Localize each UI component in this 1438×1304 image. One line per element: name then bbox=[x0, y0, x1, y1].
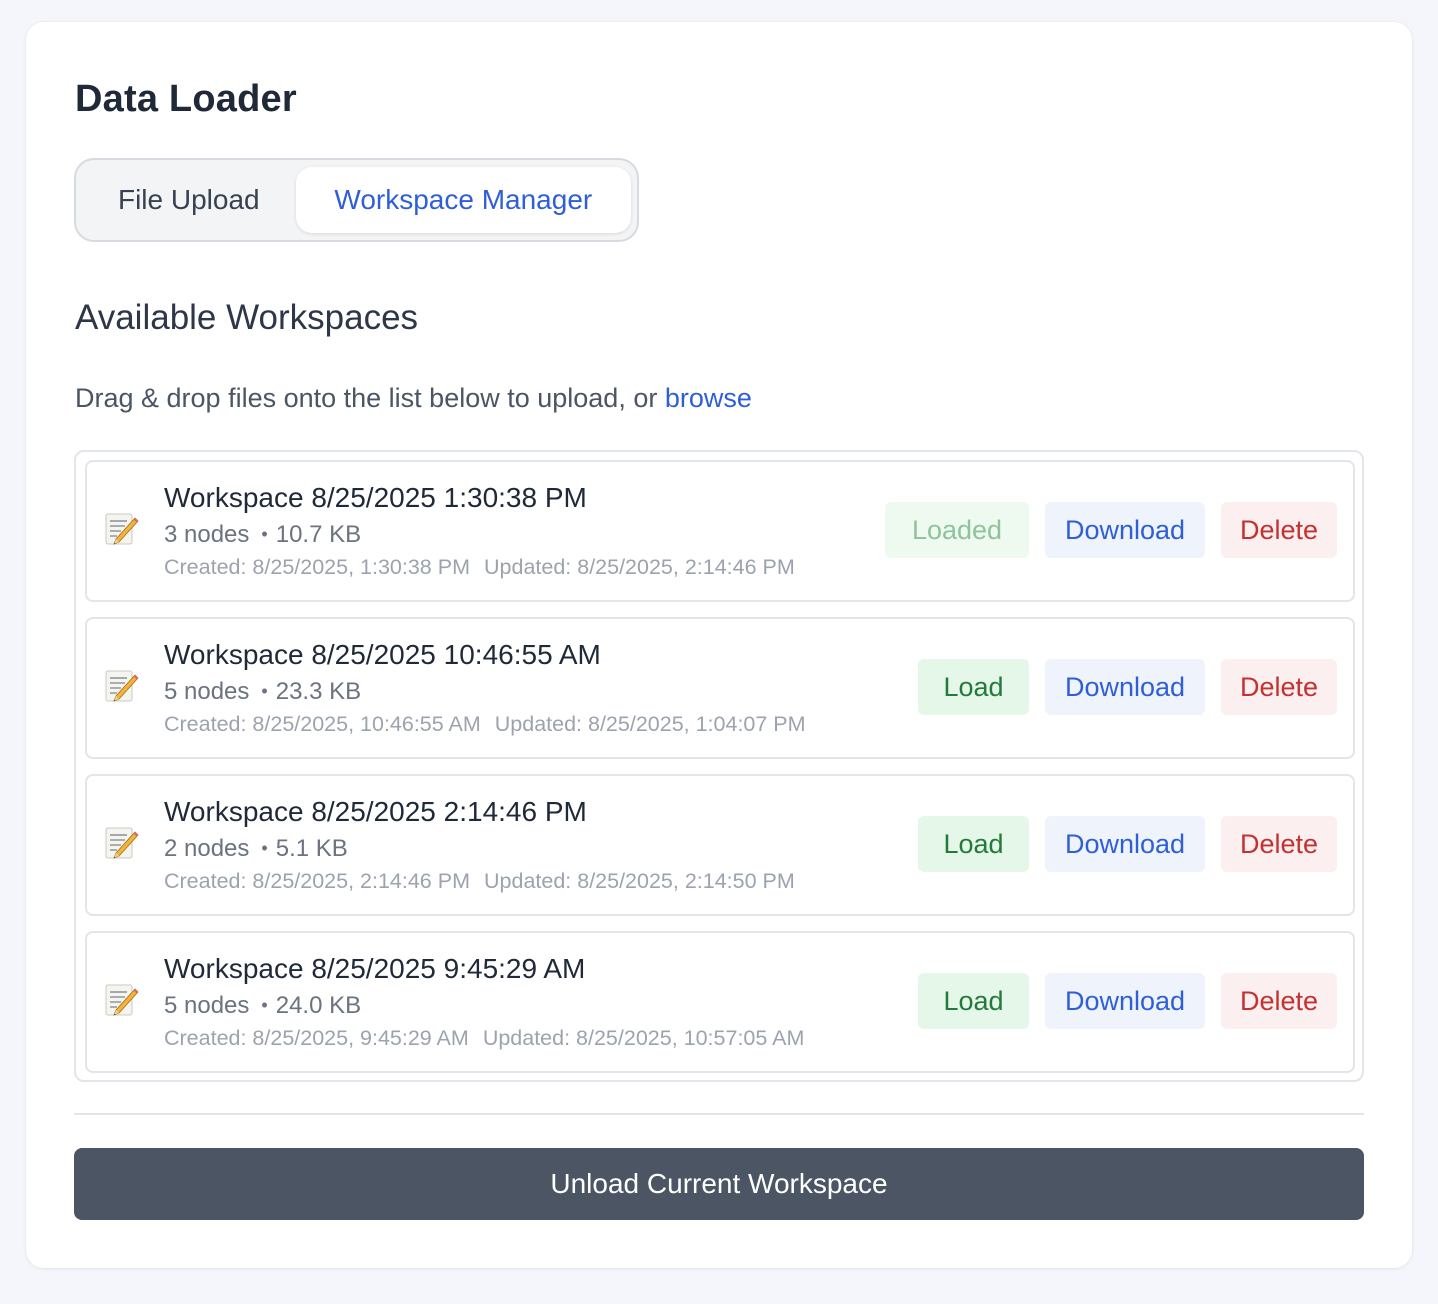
memo-pencil-icon bbox=[105, 513, 139, 545]
delete-button[interactable]: Delete bbox=[1221, 659, 1337, 715]
workspace-list[interactable]: Workspace 8/25/2025 1:30:38 PM 3 nodes • 1… bbox=[74, 450, 1364, 1082]
delete-button[interactable]: Delete bbox=[1221, 973, 1337, 1029]
workspace-dates: Created: 8/25/2025, 2:14:46 PM Updated: 8… bbox=[164, 869, 795, 894]
node-count: 5 nodes bbox=[164, 992, 250, 1019]
download-button[interactable]: Download bbox=[1045, 659, 1205, 715]
workspace-name: Workspace 8/25/2025 10:46:55 AM bbox=[164, 639, 601, 670]
workspace-name: Workspace 8/25/2025 2:14:46 PM bbox=[164, 796, 587, 827]
file-size: 10.7 KB bbox=[275, 521, 362, 548]
workspace-dates: Created: 8/25/2025, 9:45:29 AM Updated: 8… bbox=[164, 1026, 804, 1051]
created-date: Created: 8/25/2025, 2:14:46 PM bbox=[164, 869, 470, 893]
created-date: Created: 8/25/2025, 1:30:38 PM bbox=[164, 555, 470, 579]
workspace-meta: 5 nodes • 23.3 KB bbox=[164, 678, 361, 706]
updated-date: Updated: 8/25/2025, 1:04:07 PM bbox=[494, 712, 806, 736]
memo-pencil-icon bbox=[105, 670, 139, 702]
node-count: 2 nodes bbox=[164, 835, 250, 862]
updated-date: Updated: 8/25/2025, 10:57:05 AM bbox=[482, 1026, 805, 1050]
unload-workspace-button[interactable]: Unload Current Workspace bbox=[74, 1148, 1364, 1220]
divider bbox=[74, 1113, 1364, 1115]
download-button[interactable]: Download bbox=[1045, 973, 1205, 1029]
delete-button[interactable]: Delete bbox=[1221, 502, 1337, 558]
file-size: 5.1 KB bbox=[275, 835, 348, 862]
delete-button[interactable]: Delete bbox=[1221, 816, 1337, 872]
workspace-dates: Created: 8/25/2025, 1:30:38 PM Updated: 8… bbox=[164, 555, 795, 580]
tab-file-upload[interactable]: File Upload bbox=[82, 167, 296, 233]
meta-separator: • bbox=[261, 524, 268, 544]
meta-separator: • bbox=[261, 995, 268, 1015]
load-button[interactable]: Load bbox=[918, 973, 1029, 1029]
created-date: Created: 8/25/2025, 10:46:55 AM bbox=[164, 712, 481, 736]
meta-separator: • bbox=[261, 838, 268, 858]
file-size: 24.0 KB bbox=[275, 992, 362, 1019]
workspace-meta: 5 nodes • 24.0 KB bbox=[164, 992, 361, 1020]
load-button[interactable]: Load bbox=[918, 659, 1029, 715]
workspace-dates: Created: 8/25/2025, 10:46:55 AM Updated: … bbox=[164, 712, 806, 737]
upload-hint: Drag & drop files onto the list below to… bbox=[75, 383, 752, 414]
download-button[interactable]: Download bbox=[1045, 502, 1205, 558]
updated-date: Updated: 8/25/2025, 2:14:46 PM bbox=[484, 555, 795, 579]
tab-bar: File Upload Workspace Manager bbox=[74, 158, 639, 242]
memo-pencil-icon bbox=[105, 984, 139, 1016]
workspace-name: Workspace 8/25/2025 1:30:38 PM bbox=[164, 482, 587, 513]
workspace-row: Workspace 8/25/2025 1:30:38 PM 3 nodes • 1… bbox=[85, 460, 1355, 602]
node-count: 5 nodes bbox=[164, 678, 250, 705]
load-button[interactable]: Load bbox=[918, 816, 1029, 872]
workspace-meta: 2 nodes • 5.1 KB bbox=[164, 835, 348, 863]
panel-title: Data Loader bbox=[75, 78, 297, 120]
workspace-row: Workspace 8/25/2025 2:14:46 PM 2 nodes • 5… bbox=[85, 774, 1355, 916]
created-date: Created: 8/25/2025, 9:45:29 AM bbox=[164, 1026, 469, 1050]
workspace-row: Workspace 8/25/2025 9:45:29 AM 5 nodes • 2… bbox=[85, 931, 1355, 1073]
memo-pencil-icon bbox=[105, 827, 139, 859]
file-size: 23.3 KB bbox=[275, 678, 362, 705]
browse-link[interactable]: browse bbox=[665, 383, 752, 413]
workspace-row: Workspace 8/25/2025 10:46:55 AM 5 nodes •… bbox=[85, 617, 1355, 759]
workspace-meta: 3 nodes • 10.7 KB bbox=[164, 521, 361, 549]
meta-separator: • bbox=[261, 681, 268, 701]
upload-hint-text: Drag & drop files onto the list below to… bbox=[75, 383, 665, 413]
load-button[interactable]: Loaded bbox=[885, 502, 1029, 558]
workspace-name: Workspace 8/25/2025 9:45:29 AM bbox=[164, 953, 586, 984]
node-count: 3 nodes bbox=[164, 521, 250, 548]
tab-workspace-manager[interactable]: Workspace Manager bbox=[295, 167, 631, 233]
updated-date: Updated: 8/25/2025, 2:14:50 PM bbox=[484, 869, 795, 893]
section-title: Available Workspaces bbox=[75, 298, 419, 337]
download-button[interactable]: Download bbox=[1045, 816, 1205, 872]
data-loader-panel: Data Loader File Upload Workspace Manage… bbox=[26, 22, 1412, 1268]
